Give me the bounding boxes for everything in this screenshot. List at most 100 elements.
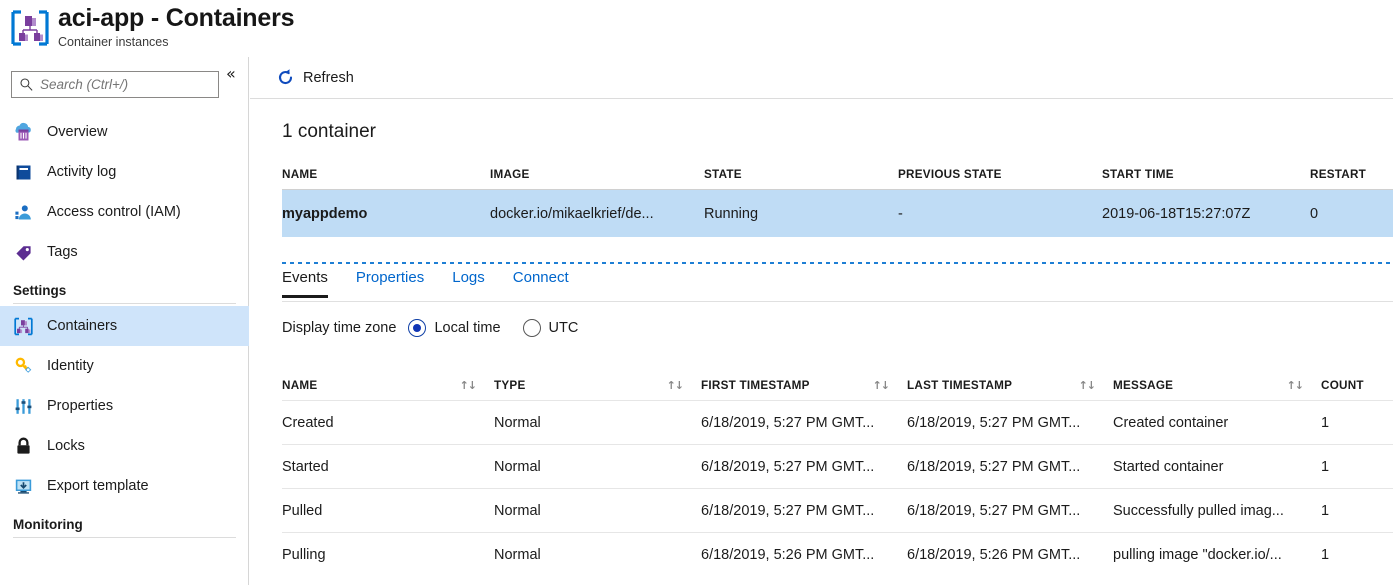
search-input[interactable] [40,77,205,92]
sidebar-item-label: Export template [47,478,149,494]
title-bar: aci-app - Containers Container instances [0,0,1393,57]
search-box[interactable] [11,71,219,98]
radio-circle-icon [408,319,427,337]
overview-icon [13,122,34,143]
containers-table: NAME IMAGE STATE PREVIOUS STATE START TI… [282,160,1393,237]
sidebar-item-locks[interactable]: Locks [0,426,249,466]
events-table-header: NAME ↑↓ TYPE ↑↓ FIRST TIMESTAMP ↑↓ LAST … [282,370,1393,400]
column-header-event-type[interactable]: TYPE ↑↓ [494,379,701,392]
column-label: COUNT [1321,378,1364,392]
cell-last-timestamp: 6/18/2019, 5:27 PM GMT... [907,414,1081,431]
tab-logs[interactable]: Logs [452,269,485,298]
column-header-state: STATE [704,168,742,181]
sidebar-item-label: Properties [47,398,114,414]
sidebar-nav-top: Overview Activity log Access control (IA… [0,112,249,540]
cell-last-timestamp: 6/18/2019, 5:27 PM GMT... [907,458,1081,475]
radio-label: Local time [434,320,501,336]
refresh-button[interactable]: Refresh [276,63,354,93]
cell-first-timestamp: 6/18/2019, 5:27 PM GMT... [701,502,875,519]
sidebar-item-activity-log[interactable]: Activity log [0,152,249,192]
sidebar-item-properties[interactable]: Properties [0,386,249,426]
column-header-image: IMAGE [490,168,530,181]
cell-message: pulling image "docker.io/... [1113,546,1282,563]
tab-connect[interactable]: Connect [513,269,569,298]
cell-count: 1 [1321,546,1330,563]
cell-message: Started container [1113,458,1224,475]
table-row[interactable]: myappdemo docker.io/mikaelkrief/de... Ru… [282,190,1393,237]
sidebar: « Overview [0,57,249,585]
sidebar-item-export-template[interactable]: Export template [0,466,249,506]
column-header-start-time: START TIME [1102,168,1174,181]
column-header-last-timestamp[interactable]: LAST TIMESTAMP ↑↓ [907,379,1113,392]
cell-count: 1 [1321,414,1330,431]
sidebar-item-label: Activity log [47,164,117,180]
cell-event-name: Started [282,458,329,475]
table-row[interactable]: Started Normal 6/18/2019, 5:27 PM GMT...… [282,444,1393,488]
timezone-selector: Display time zone Local time UTC [282,319,600,337]
sidebar-item-access-control[interactable]: Access control (IAM) [0,192,249,232]
cell-start-time: 2019-06-18T15:27:07Z [1102,205,1251,222]
cell-message: Created container [1113,414,1229,431]
cell-event-name: Pulled [282,502,323,519]
cell-event-type: Normal [494,458,541,475]
sidebar-item-label: Containers [47,318,118,334]
page-subtitle: Container instances [58,35,169,49]
access-control-icon [13,202,34,223]
table-row[interactable]: Created Normal 6/18/2019, 5:27 PM GMT...… [282,400,1393,444]
cell-count: 1 [1321,502,1330,519]
cell-restart-count: 0 [1310,205,1319,222]
sidebar-item-label: Overview [47,124,108,140]
radio-utc[interactable]: UTC [522,319,578,337]
sidebar-item-label: Tags [47,244,78,260]
refresh-label: Refresh [303,69,354,86]
column-header-message[interactable]: MESSAGE ↑↓ [1113,379,1321,392]
column-header-restart: RESTART [1310,168,1367,181]
sidebar-item-identity[interactable]: Identity [0,346,249,386]
table-row[interactable]: Pulled Normal 6/18/2019, 5:27 PM GMT... … [282,488,1393,532]
sidebar-item-overview[interactable]: Overview [0,112,249,152]
page-title: aci-app - Containers [58,4,295,32]
sidebar-item-label: Identity [47,358,94,374]
detail-tabs: Events Properties Logs Connect [282,269,1393,302]
tabs-dotted-divider [282,262,1393,264]
sidebar-item-containers[interactable]: Containers [0,306,249,346]
tab-events[interactable]: Events [282,269,328,298]
title-block: aci-app - Containers Container instances [58,3,295,50]
column-header-count[interactable]: COUNT [1321,379,1381,392]
identity-key-icon [13,356,34,377]
column-header-name: NAME [282,168,318,181]
column-label: TYPE [494,378,526,392]
search-icon [19,77,34,92]
column-label: MESSAGE [1113,378,1174,392]
activity-log-icon [13,162,34,183]
sidebar-item-label: Access control (IAM) [47,204,181,220]
column-header-previous-state: PREVIOUS STATE [898,168,1002,181]
cell-last-timestamp: 6/18/2019, 5:26 PM GMT... [907,546,1081,563]
cell-message: Successfully pulled imag... [1113,502,1284,519]
sort-icon[interactable]: ↑↓ [1287,379,1304,392]
sort-icon[interactable]: ↑↓ [1079,379,1096,392]
collapse-sidebar-icon[interactable]: « [226,65,236,83]
table-row[interactable]: Pulling Normal 6/18/2019, 5:26 PM GMT...… [282,532,1393,576]
sort-icon[interactable]: ↑↓ [667,379,684,392]
column-label: LAST TIMESTAMP [907,378,1013,392]
containers-icon [13,316,34,337]
sort-icon[interactable]: ↑↓ [873,379,890,392]
column-header-first-timestamp[interactable]: FIRST TIMESTAMP ↑↓ [701,379,907,392]
export-template-icon [13,476,34,497]
sidebar-section-monitoring: Monitoring [13,517,83,532]
container-instances-icon [10,9,50,47]
sidebar-item-tags[interactable]: Tags [0,232,249,272]
sort-icon[interactable]: ↑↓ [460,379,477,392]
radio-local-time[interactable]: Local time [408,319,501,337]
sidebar-divider [13,537,236,538]
cell-first-timestamp: 6/18/2019, 5:26 PM GMT... [701,546,875,563]
cell-previous-state: - [898,205,903,222]
command-toolbar: Refresh [250,57,1393,99]
tab-properties[interactable]: Properties [356,269,424,298]
column-header-event-name[interactable]: NAME ↑↓ [282,379,494,392]
radio-circle-icon [522,319,541,337]
cell-first-timestamp: 6/18/2019, 5:27 PM GMT... [701,458,875,475]
events-table: NAME ↑↓ TYPE ↑↓ FIRST TIMESTAMP ↑↓ LAST … [282,370,1393,576]
refresh-icon [276,68,295,87]
